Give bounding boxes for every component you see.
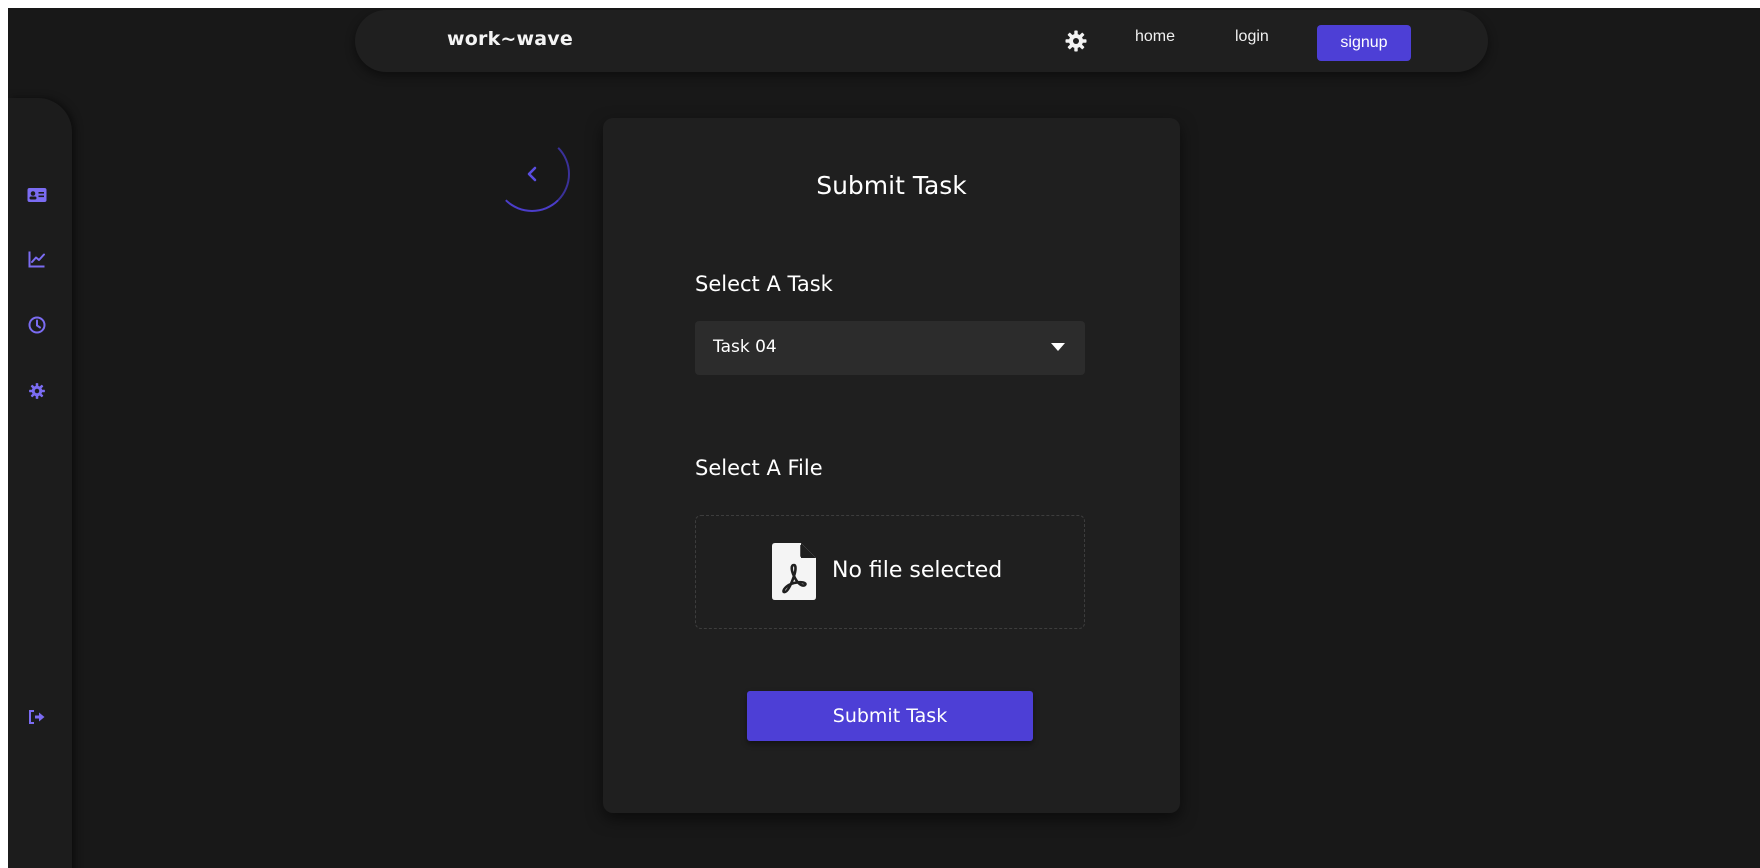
sidebar	[8, 98, 72, 868]
sidebar-item-settings[interactable]	[26, 380, 48, 402]
id-card-icon	[27, 188, 47, 202]
sidebar-item-history[interactable]	[26, 314, 48, 336]
sidebar-item-profile[interactable]	[26, 184, 48, 206]
page-title: Submit Task	[816, 171, 967, 200]
nav-home-link[interactable]: home	[1135, 28, 1175, 46]
theme-toggle-button[interactable]	[1064, 29, 1088, 53]
file-select-label: Select A File	[695, 456, 823, 480]
task-select[interactable]: Task 04	[695, 321, 1085, 375]
caret-down-icon	[1051, 343, 1065, 351]
chart-line-icon	[28, 251, 45, 268]
file-dropzone[interactable]: No file selected	[695, 515, 1085, 629]
submit-task-card: Submit Task Select A Task Task 04 Select…	[603, 118, 1180, 813]
nav-signup-button[interactable]: signup	[1317, 25, 1411, 61]
top-nav: work~wave home login signup	[355, 10, 1488, 72]
clock-icon	[28, 316, 46, 334]
sidebar-item-analytics[interactable]	[26, 248, 48, 270]
app-window: work~wave home login signup Submit Task …	[8, 8, 1760, 868]
nav-login-link[interactable]: login	[1235, 28, 1269, 46]
gear-icon	[1065, 30, 1087, 52]
gear-icon	[29, 383, 45, 399]
chevron-left-icon	[527, 166, 537, 182]
task-select-value: Task 04	[713, 337, 777, 357]
sidebar-item-logout[interactable]	[26, 706, 48, 728]
task-select-label: Select A Task	[695, 272, 833, 296]
submit-task-button[interactable]: Submit Task	[747, 691, 1033, 741]
brand-logo[interactable]: work~wave	[447, 28, 573, 50]
pdf-file-icon	[772, 543, 816, 600]
logout-icon	[29, 710, 45, 724]
back-button[interactable]	[494, 136, 570, 212]
file-status-text: No file selected	[832, 558, 1003, 583]
